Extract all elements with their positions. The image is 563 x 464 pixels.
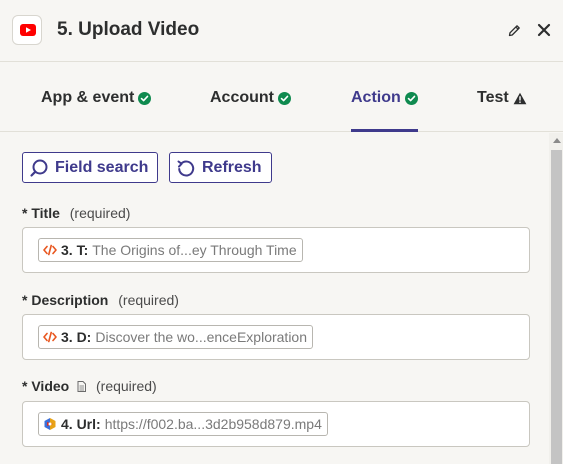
check-circle-icon [278,91,291,105]
title-field[interactable]: 3. T: The Origins of...ey Through Time [22,227,530,273]
tab-app-event[interactable]: App & event [41,89,152,107]
pill-step: 3. D: [61,329,92,345]
scrollbar-thumb[interactable] [551,150,562,464]
description-field[interactable]: 3. D: Discover the wo...enceExploration [22,314,530,360]
refresh-icon [177,160,195,177]
pill-value: The Origins of...ey Through Time [92,242,297,258]
tab-label: Test [477,89,509,106]
required-marker: * [22,378,28,394]
field-name: Description [31,292,109,308]
video-field-label: * Video (required) [22,378,157,394]
pill-value: Discover the wo...enceExploration [95,329,308,345]
active-tab-indicator [351,129,418,132]
title-field-label: * Title (required) [22,205,130,221]
code-icon [43,244,57,256]
check-circle-icon [138,91,152,105]
youtube-icon [12,15,42,45]
video-field[interactable]: 4. Url: https://f002.ba...3d2b958d879.mp… [22,401,530,447]
field-search-button[interactable]: Field search [22,152,158,183]
document-icon [77,381,87,392]
step-header: 5. Upload Video [0,0,563,62]
search-icon [30,159,48,177]
description-field-label: * Description (required) [22,292,179,308]
code-icon [43,331,57,343]
tab-label: Account [210,89,274,106]
pill-step: 3. T: [61,242,89,258]
tab-label: App & event [41,89,135,106]
mapped-value-pill[interactable]: 3. T: The Origins of...ey Through Time [38,238,303,262]
mapped-value-pill[interactable]: 4. Url: https://f002.ba...3d2b958d879.mp… [38,412,328,436]
refresh-label: Refresh [202,158,262,176]
required-text: (required) [69,205,131,221]
refresh-button[interactable]: Refresh [169,152,272,183]
required-marker: * [22,205,28,221]
tab-action[interactable]: Action [351,89,418,107]
field-name: Video [31,378,70,394]
required-text: (required) [96,378,157,394]
required-marker: * [22,292,28,308]
field-name: Title [31,205,60,221]
check-circle-icon [404,91,418,105]
backblaze-icon [44,418,56,430]
step-title: 5. Upload Video [57,19,200,40]
pill-step: 4. Url: [61,416,101,432]
step-tabs: App & event Account Action Test [0,62,563,132]
close-icon[interactable] [536,22,552,38]
warning-icon [513,92,527,105]
tab-account[interactable]: Account [210,89,291,107]
tab-test[interactable]: Test [477,89,527,107]
pencil-icon[interactable] [507,23,522,38]
tab-label: Action [351,89,401,106]
mapped-value-pill[interactable]: 3. D: Discover the wo...enceExploration [38,325,314,349]
field-search-label: Field search [55,158,149,176]
pill-value: https://f002.ba...3d2b958d879.mp4 [104,416,322,432]
scroll-up-arrow-icon[interactable] [553,138,561,143]
required-text: (required) [118,292,179,308]
